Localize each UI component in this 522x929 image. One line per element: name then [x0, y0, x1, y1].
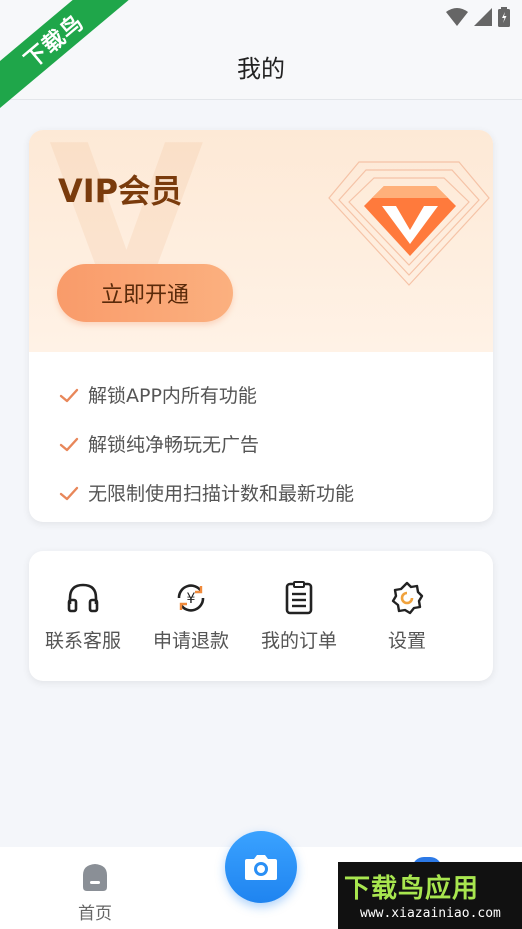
benefit-text: 解锁APP内所有功能: [88, 385, 257, 407]
page-title: 我的: [237, 55, 285, 83]
vip-banner: V VIP会员 立即开通: [29, 130, 493, 352]
tab-home-label: 首页: [78, 904, 112, 924]
check-icon: [59, 437, 79, 451]
vip-card: V VIP会员 立即开通 解锁APP内所有功能 解锁纯净畅玩无广告 无限制使用扫…: [29, 130, 493, 522]
benefit-item: 解锁APP内所有功能: [58, 370, 354, 419]
battery-icon: [498, 7, 510, 27]
brand-url: www.xiazainiao.com: [360, 906, 501, 921]
check-icon: [59, 388, 79, 402]
vip-diamond-icon: [328, 161, 490, 286]
status-bar: [0, 0, 522, 34]
app-header: 我的: [0, 34, 522, 100]
benefit-text: 无限制使用扫描计数和最新功能: [88, 483, 355, 505]
refund-icon: ¥: [177, 583, 205, 612]
benefit-item: 解锁纯净畅玩无广告: [58, 419, 354, 468]
svg-text:¥: ¥: [187, 591, 196, 607]
check-icon: [59, 486, 79, 500]
menu-label: 设置: [387, 629, 426, 652]
brand-title: 下载鸟应用: [344, 874, 480, 904]
vip-benefits-list: 解锁APP内所有功能 解锁纯净畅玩无广告 无限制使用扫描计数和最新功能: [58, 370, 354, 517]
tab-home[interactable]: 首页: [75, 861, 115, 924]
menu-item-orders[interactable]: 我的订单: [245, 580, 353, 653]
vip-title: VIP会员: [58, 172, 183, 210]
benefit-text: 解锁纯净畅玩无广告: [88, 434, 260, 456]
status-icons: [446, 7, 510, 27]
home-icon: [83, 864, 107, 891]
order-icon: [285, 580, 313, 614]
scan-camera-button[interactable]: [225, 831, 297, 903]
shortcut-menu: 联系客服 ¥ 申请退款 我的订单 设置: [29, 551, 493, 681]
gear-icon: [391, 581, 424, 614]
menu-item-settings[interactable]: 设置: [353, 580, 461, 653]
brand-watermark: 下载鸟应用 www.xiazainiao.com: [338, 862, 522, 929]
wifi-icon: [446, 8, 468, 26]
menu-label: 我的订单: [260, 629, 337, 652]
signal-icon: [474, 8, 492, 26]
activate-vip-button[interactable]: 立即开通: [57, 264, 233, 322]
menu-item-refund[interactable]: ¥ 申请退款: [137, 580, 245, 653]
benefit-item: 无限制使用扫描计数和最新功能: [58, 468, 354, 517]
camera-icon: [245, 855, 277, 880]
menu-item-customer-service[interactable]: 联系客服: [29, 580, 137, 653]
menu-label: 申请退款: [152, 629, 229, 652]
headset-icon: [67, 583, 99, 612]
menu-label: 联系客服: [44, 629, 121, 652]
